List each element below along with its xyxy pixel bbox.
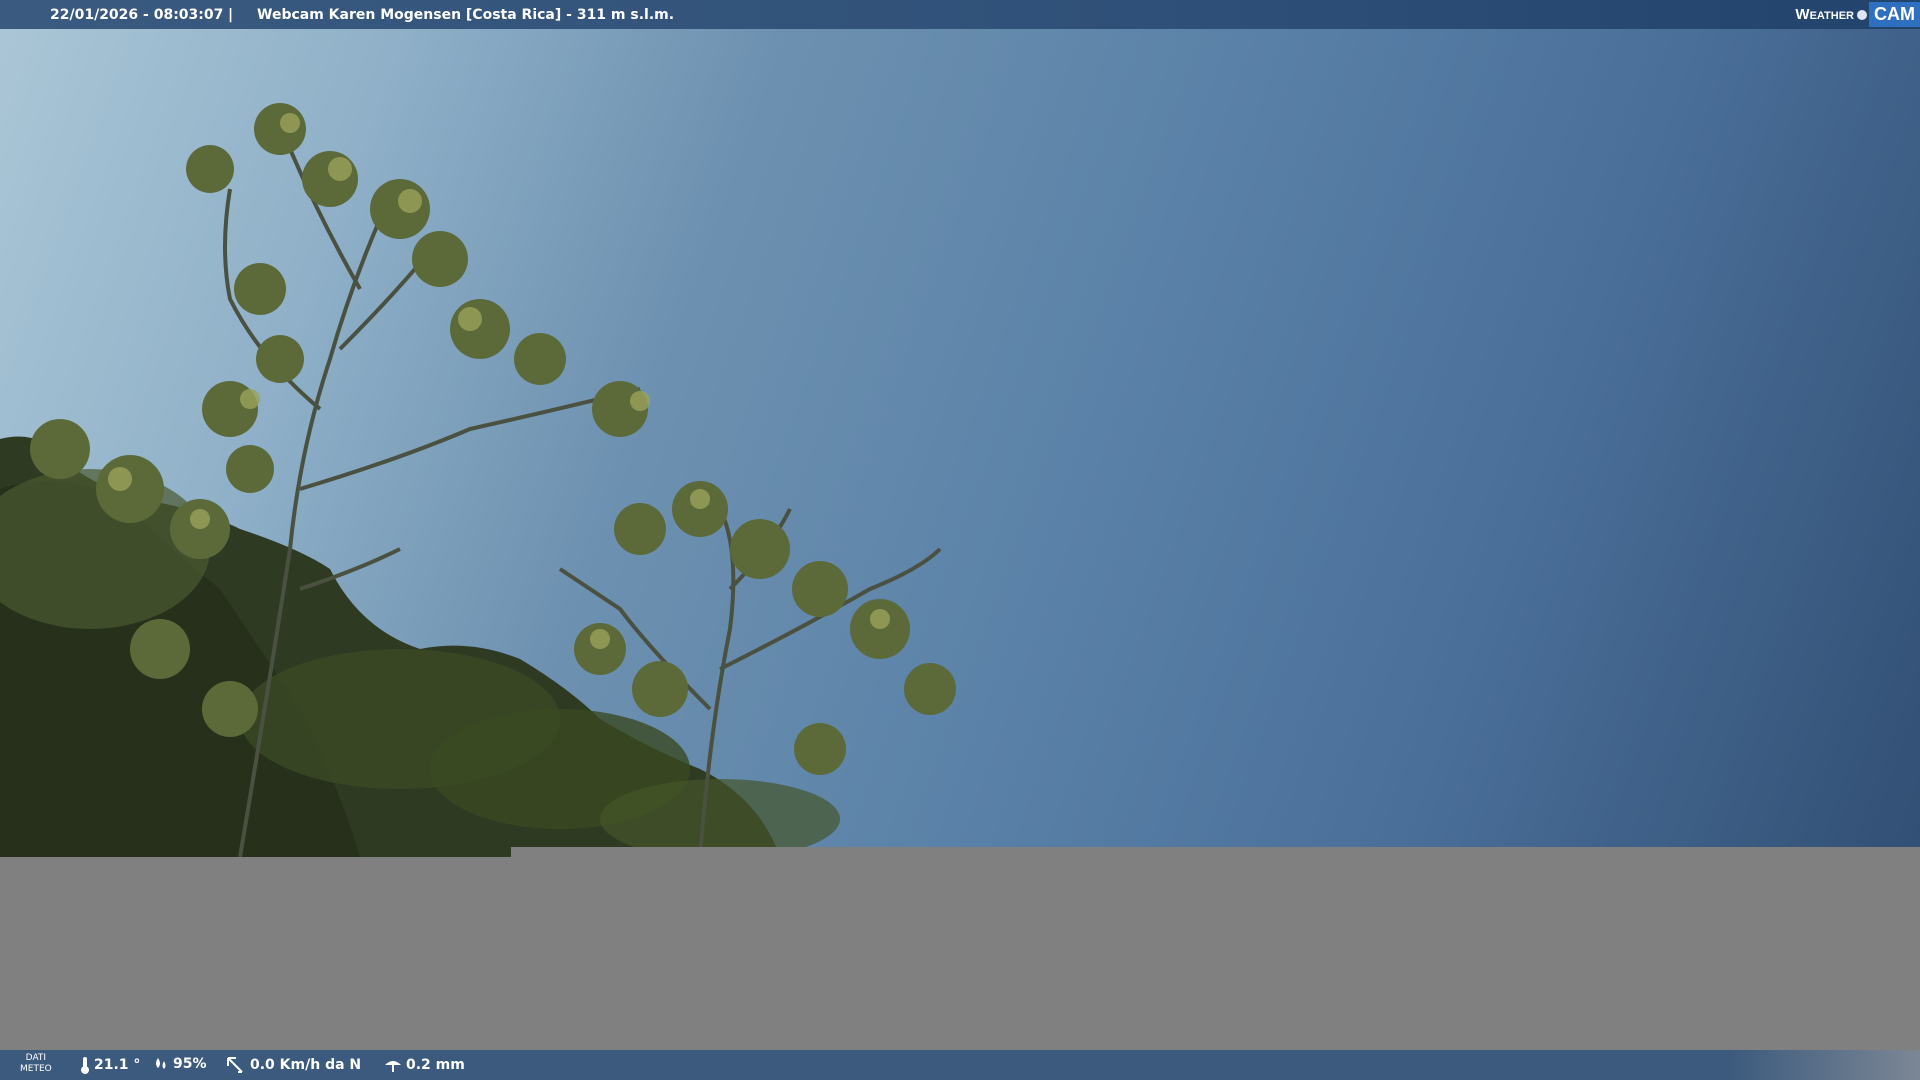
wind-value: 0.0 Km/h da N: [250, 1057, 362, 1073]
temperature-reading: 21.1 °: [80, 1056, 140, 1074]
header-separator: |: [228, 6, 234, 23]
rain-gauge-icon: [385, 1061, 401, 1072]
dati-meteo-label: DATI METEO: [20, 1053, 52, 1075]
weathercam-logo: Weather CAM: [1795, 0, 1920, 29]
humidity-reading: 95%: [153, 1056, 207, 1072]
webcam-title: Webcam Karen Mogensen [Costa Rica] - 311…: [257, 6, 675, 23]
webcam-image: [0, 29, 1920, 857]
wind-vane-icon: [227, 1057, 243, 1073]
temperature-value: 21.1 °: [94, 1057, 141, 1073]
humidity-drops-icon: [156, 1058, 166, 1069]
dati-label-line1: DATI: [25, 1053, 47, 1063]
tree-scene: [0, 103, 956, 857]
thermometer-icon: [81, 1057, 89, 1074]
wind-reading: 0.0 Km/h da N: [226, 1056, 361, 1074]
header-bar: 22/01/2026 - 08:03:07 | Webcam Karen Mog…: [0, 0, 1920, 29]
dati-label-line2: METEO: [20, 1064, 52, 1074]
logo-dot-icon: [1857, 9, 1867, 20]
datetime-label: 22/01/2026 - 08:03:07: [50, 6, 224, 23]
rain-reading: 0.2 mm: [384, 1056, 465, 1074]
logo-cam-text: CAM: [1869, 2, 1920, 27]
logo-weather-text: Weather: [1795, 6, 1854, 23]
rain-value: 0.2 mm: [406, 1057, 465, 1073]
humidity-value: 95%: [173, 1056, 207, 1072]
camera-gray-block: [511, 847, 1920, 1047]
weather-data-bar: DATI METEO 21.1 ° 95% 0.0 Km/h da N 0.2 …: [0, 1050, 1920, 1080]
